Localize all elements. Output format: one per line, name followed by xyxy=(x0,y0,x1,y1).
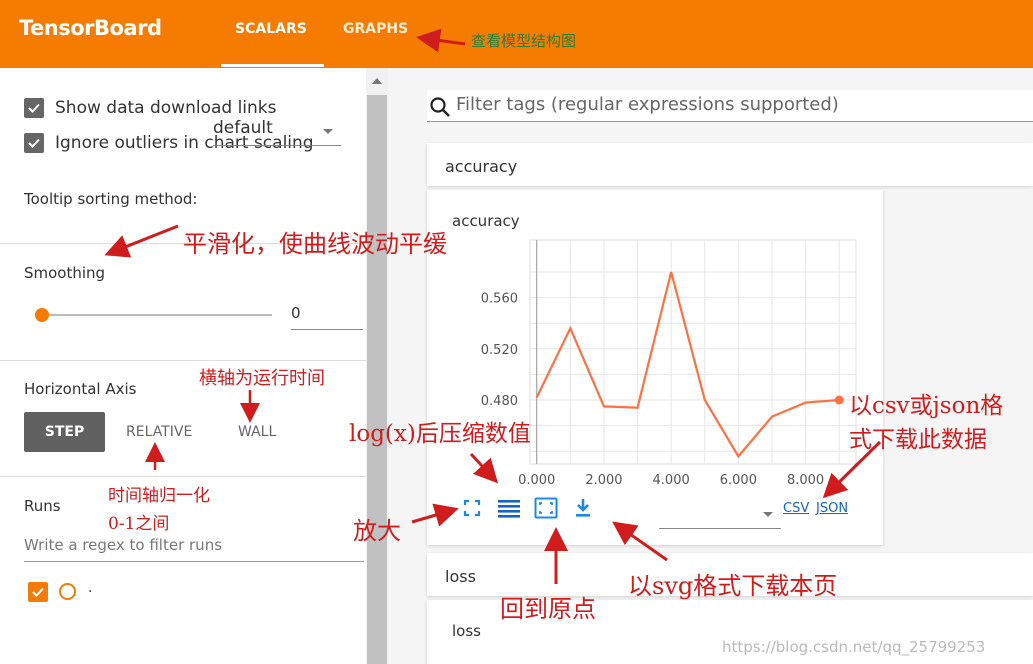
run-select-dropdown[interactable] xyxy=(659,503,781,529)
fit-domain-icon[interactable] xyxy=(534,496,558,520)
search-icon xyxy=(430,97,450,117)
tensorboard-window: TensorBoard SCALARS GRAPHS 查看模型结构图 Show … xyxy=(0,0,1033,664)
download-json-link[interactable]: JSON xyxy=(816,501,848,516)
y-tick-label: 0.560 xyxy=(481,292,518,307)
axis-step-button[interactable]: STEP xyxy=(24,412,105,452)
series-line-accuracy xyxy=(535,271,840,459)
download-csv-link[interactable]: CSV xyxy=(783,501,809,516)
annotation-log: log(x)后压缩数值 xyxy=(349,421,531,447)
run-checkbox[interactable] xyxy=(28,582,48,602)
tab-scalars[interactable]: SCALARS xyxy=(235,21,307,37)
x-tick-label: 6.000 xyxy=(720,473,757,488)
tab-graphs[interactable]: GRAPHS xyxy=(343,21,408,37)
log-scale-icon[interactable] xyxy=(497,496,521,520)
annotation-relative-line2: 0-1之间 xyxy=(108,514,170,534)
download-icon[interactable] xyxy=(571,496,595,520)
annotation-svg: 以svg格式下载本页 xyxy=(628,572,838,600)
y-tick-label: 0.520 xyxy=(481,343,518,358)
chevron-down-icon xyxy=(763,512,773,517)
divider xyxy=(0,476,366,477)
top-app-bar: TensorBoard SCALARS GRAPHS 查看模型结构图 xyxy=(0,0,1033,68)
brand-title: TensorBoard xyxy=(19,16,162,40)
check-icon xyxy=(24,133,44,153)
chart-toolbar xyxy=(460,496,608,520)
runs-label: Runs xyxy=(24,497,61,515)
show-download-links-label: Show data download links xyxy=(55,98,277,118)
run-name: . xyxy=(88,580,93,596)
chart-card-accuracy: accuracy 0.480 0.520 0.560 0.000 2.000 4.000 6… xyxy=(427,190,883,545)
annotation-relative-line1: 时间轴归一化 xyxy=(108,486,210,506)
active-tab-indicator xyxy=(221,64,324,67)
smoothing-label: Smoothing xyxy=(24,264,106,282)
axis-wall-button[interactable]: WALL xyxy=(238,424,276,440)
chevron-down-icon xyxy=(323,129,333,134)
accuracy-chart[interactable]: 0.480 0.520 0.560 0.000 2.000 4.000 6.000 8.000 xyxy=(427,190,883,500)
card-title: accuracy xyxy=(445,157,518,176)
x-tick-label: 0.000 xyxy=(518,473,555,488)
smoothing-slider-track[interactable] xyxy=(42,314,272,316)
annotation-graphs: 查看模型结构图 xyxy=(471,32,577,50)
divider xyxy=(0,360,366,361)
smoothing-input[interactable]: 0 xyxy=(291,304,363,330)
horizontal-axis-label: Horizontal Axis xyxy=(24,380,137,398)
annotation-wall: 横轴为运行时间 xyxy=(199,368,325,389)
check-icon xyxy=(24,98,44,118)
card-header-accuracy[interactable]: accuracy xyxy=(427,143,1033,186)
tooltip-sorting-label: Tooltip sorting method: xyxy=(24,190,198,208)
x-tick-label: 4.000 xyxy=(653,473,690,488)
check-icon xyxy=(32,587,44,597)
annotation-zoom: 放大 xyxy=(353,517,401,545)
annotation-smoothing: 平滑化，使曲线波动平缓 xyxy=(183,230,447,258)
sidebar-scrollbar-thumb[interactable] xyxy=(367,95,387,664)
show-download-links-checkbox[interactable]: Show data download links xyxy=(24,98,277,118)
annotation-csv-line2: 式下载此数据 xyxy=(849,427,987,453)
x-tick-label: 8.000 xyxy=(787,473,824,488)
chart-title: loss xyxy=(452,622,481,640)
tooltip-sorting-select[interactable]: default xyxy=(213,118,341,146)
filter-tags-placeholder: Filter tags (regular expressions support… xyxy=(456,94,839,115)
smoothing-slider-handle[interactable] xyxy=(35,308,49,322)
run-color-indicator xyxy=(59,583,76,600)
axis-relative-button[interactable]: RELATIVE xyxy=(126,424,192,440)
card-title: loss xyxy=(445,567,476,586)
scroll-up-arrow-icon[interactable] xyxy=(372,78,382,84)
watermark: https://blog.csdn.net/qq_25799253 xyxy=(722,638,986,656)
x-tick-label: 2.000 xyxy=(585,473,622,488)
tooltip-sorting-value: default xyxy=(213,118,273,138)
annotation-origin: 回到原点 xyxy=(500,595,596,623)
annotation-csv-line1: 以csv或json格 xyxy=(849,393,1004,419)
series-last-point xyxy=(834,395,844,405)
runs-filter-input[interactable]: Write a regex to filter runs xyxy=(24,536,364,562)
fullscreen-icon[interactable] xyxy=(460,496,484,520)
y-tick-label: 0.480 xyxy=(481,394,518,409)
filter-tags-input[interactable]: Filter tags (regular expressions support… xyxy=(427,90,1033,122)
